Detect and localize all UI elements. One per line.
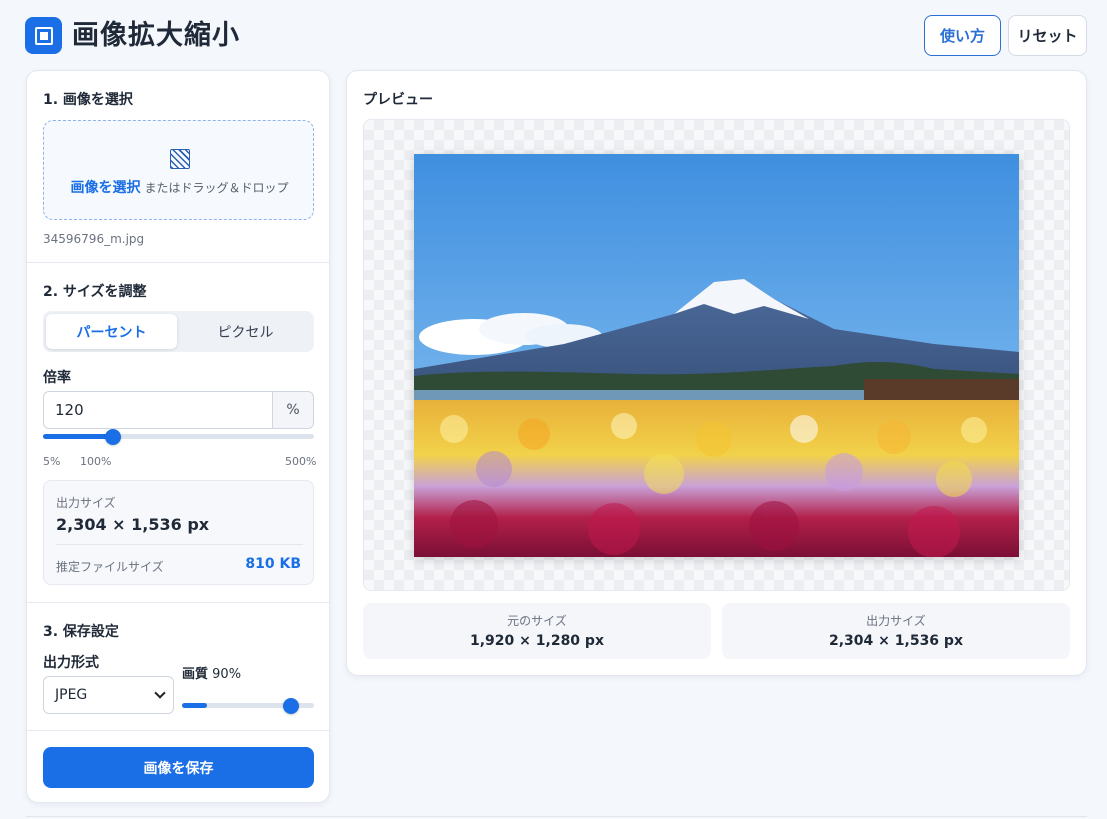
scale-tick-min: 5% (43, 455, 61, 468)
quality-slider-fill (182, 703, 207, 708)
quality-slider-thumb[interactable] (282, 697, 299, 714)
app-title: 画像拡大縮小 (72, 20, 240, 51)
howto-button[interactable]: 使い方 (924, 15, 1001, 56)
quality-slider[interactable] (182, 697, 314, 714)
section-title-resize: 2. サイズを調整 (43, 284, 147, 300)
scale-unit: % (272, 391, 314, 429)
mode-percent-tab[interactable]: パーセント (46, 314, 177, 349)
preview-title: プレビュー (363, 92, 433, 108)
format-selected: JPEG (55, 687, 88, 703)
reset-button[interactable]: リセット (1008, 15, 1087, 56)
app-header: 画像拡大縮小 使い方 リセット (0, 0, 1107, 70)
estimated-filesize-value: 810 KB (245, 556, 301, 572)
estimated-filesize-label: 推定ファイルサイズ (56, 560, 164, 574)
scale-input[interactable] (43, 391, 273, 429)
original-size-value: 1,920 × 1,280 px (470, 633, 604, 649)
divider (27, 730, 329, 731)
output-size-label: 出力サイズ (56, 496, 116, 510)
chevron-down-icon (154, 687, 166, 699)
output-size-card-label: 出力サイズ (866, 614, 926, 628)
app-logo-icon (25, 17, 62, 54)
dropzone-hint: またはドラッグ＆ドロップ (144, 181, 289, 195)
section-title-select: 1. 画像を選択 (43, 92, 133, 108)
image-icon (170, 149, 190, 169)
preview-image (414, 154, 1019, 557)
preview-panel: プレビュー 元のサイズ 1,920 × 1,280 px 出力サイズ 2,304… (346, 70, 1087, 676)
divider (27, 262, 329, 263)
output-summary: 出力サイズ 2,304 × 1,536 px 推定ファイルサイズ 810 KB (43, 480, 314, 585)
mode-pixel-tab[interactable]: ピクセル (180, 314, 311, 349)
scale-slider-fill (43, 434, 113, 439)
format-label: 出力形式 (43, 655, 99, 671)
output-size-card: 出力サイズ 2,304 × 1,536 px (722, 603, 1070, 659)
format-select[interactable]: JPEG (43, 676, 174, 714)
quality-label-text: 画質 (182, 667, 209, 682)
output-size-value: 2,304 × 1,536 px (56, 515, 210, 534)
original-size-card: 元のサイズ 1,920 × 1,280 px (363, 603, 711, 659)
scale-slider-thumb[interactable] (105, 428, 121, 445)
image-dropzone[interactable]: 画像を選択 またはドラッグ＆ドロップ (43, 120, 314, 220)
scale-tick-max: 500% (285, 455, 317, 468)
dropzone-text: 画像を選択 またはドラッグ＆ドロップ (44, 177, 315, 197)
original-size-label: 元のサイズ (507, 614, 567, 628)
quality-value: 90% (212, 667, 242, 682)
preview-canvas (363, 119, 1070, 591)
select-image-link[interactable]: 画像を選択 (70, 180, 140, 196)
selected-filename: 34596796_m.jpg (43, 232, 145, 246)
resize-mode-toggle: パーセント ピクセル (43, 311, 314, 352)
scale-label: 倍率 (43, 370, 71, 386)
section-title-save: 3. 保存設定 (43, 624, 119, 640)
divider (26, 816, 1087, 817)
scale-slider[interactable] (43, 428, 314, 445)
divider (27, 602, 329, 603)
scale-tick-mid: 100% (80, 455, 112, 468)
output-size-card-value: 2,304 × 1,536 px (829, 633, 963, 649)
quality-label: 画質 90% (182, 663, 241, 682)
divider (56, 544, 303, 545)
save-image-button[interactable]: 画像を保存 (43, 747, 314, 788)
settings-panel: 1. 画像を選択 画像を選択 またはドラッグ＆ドロップ 34596796_m.jp… (26, 70, 330, 803)
